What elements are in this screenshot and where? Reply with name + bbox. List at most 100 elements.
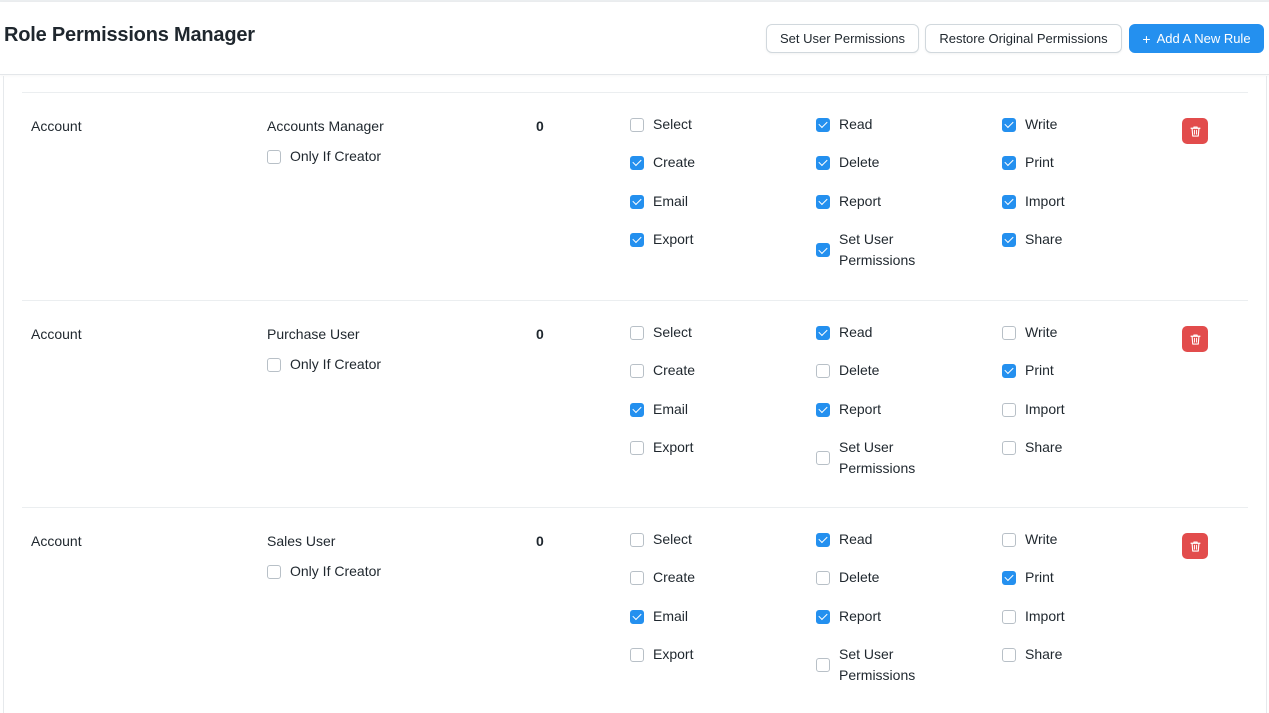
- permission-label: Create: [653, 362, 696, 378]
- permission-label: Share: [1025, 231, 1063, 247]
- checkbox-box[interactable]: [267, 564, 281, 579]
- only-if-creator-checkbox[interactable]: Only If Creator: [267, 354, 381, 375]
- permission-create-checkbox[interactable]: Create: [630, 360, 695, 381]
- checkbox-box[interactable]: [1002, 363, 1016, 378]
- permission-delete-checkbox[interactable]: Delete: [816, 360, 879, 381]
- checkbox-box[interactable]: [630, 232, 644, 247]
- permission-select-checkbox[interactable]: Select: [630, 114, 692, 135]
- permission-write-checkbox[interactable]: Write: [1002, 114, 1057, 135]
- checkbox-box[interactable]: [630, 570, 644, 585]
- permission-export-checkbox[interactable]: Export: [630, 437, 693, 458]
- checkbox-box[interactable]: [630, 155, 644, 170]
- checkbox-box[interactable]: [1002, 194, 1016, 209]
- permission-export-checkbox[interactable]: Export: [630, 229, 693, 250]
- permission-read-checkbox[interactable]: Read: [816, 322, 872, 343]
- set-user-permissions-button[interactable]: Set User Permissions: [766, 24, 919, 53]
- permission-create-checkbox[interactable]: Create: [630, 567, 695, 588]
- checkbox-box[interactable]: [1002, 232, 1016, 247]
- permission-print-checkbox[interactable]: Print: [1002, 567, 1054, 588]
- checkbox-box[interactable]: [816, 325, 830, 340]
- permission-delete-checkbox[interactable]: Delete: [816, 152, 879, 173]
- permission-export-checkbox[interactable]: Export: [630, 644, 693, 665]
- checkbox-box[interactable]: [630, 532, 644, 547]
- permission-label: Export: [653, 439, 694, 455]
- checkbox-box[interactable]: [816, 117, 830, 132]
- checkbox-box[interactable]: [1002, 117, 1016, 132]
- only-if-creator-checkbox[interactable]: Only If Creator: [267, 146, 381, 167]
- checkbox-box[interactable]: [1002, 647, 1016, 662]
- rule-divider: [22, 92, 1248, 93]
- permission-label: Print: [1025, 154, 1054, 170]
- permission-import-checkbox[interactable]: Import: [1002, 606, 1065, 627]
- permission-delete-checkbox[interactable]: Delete: [816, 567, 879, 588]
- permission-set-user-permissions-checkbox[interactable]: Set User Permissions: [816, 644, 949, 686]
- checkbox-box[interactable]: [630, 363, 644, 378]
- checkbox-box[interactable]: [1002, 570, 1016, 585]
- permission-share-checkbox[interactable]: Share: [1002, 437, 1062, 458]
- restore-original-permissions-button[interactable]: Restore Original Permissions: [925, 24, 1122, 53]
- delete-rule-button[interactable]: [1182, 533, 1208, 559]
- permission-label: Write: [1025, 324, 1058, 340]
- checkbox-box[interactable]: [816, 402, 830, 417]
- checkbox-box[interactable]: [267, 357, 281, 372]
- checkbox-box[interactable]: [816, 532, 830, 547]
- checkbox-box[interactable]: [630, 117, 644, 132]
- permission-write-checkbox[interactable]: Write: [1002, 322, 1057, 343]
- rule-role: Accounts Manager: [267, 118, 384, 134]
- plus-icon: +: [1142, 30, 1151, 47]
- permission-share-checkbox[interactable]: Share: [1002, 644, 1062, 665]
- permission-write-checkbox[interactable]: Write: [1002, 529, 1057, 550]
- permission-create-checkbox[interactable]: Create: [630, 152, 695, 173]
- checkbox-box[interactable]: [816, 451, 830, 465]
- checkbox-box[interactable]: [1002, 609, 1016, 624]
- checkbox-box[interactable]: [1002, 440, 1016, 455]
- checkbox-box[interactable]: [816, 194, 830, 209]
- permission-email-checkbox[interactable]: Email: [630, 399, 688, 420]
- permission-share-checkbox[interactable]: Share: [1002, 229, 1062, 250]
- permission-report-checkbox[interactable]: Report: [816, 191, 881, 212]
- permission-select-checkbox[interactable]: Select: [630, 529, 692, 550]
- checkbox-box[interactable]: [1002, 532, 1016, 547]
- checkbox-box[interactable]: [630, 440, 644, 455]
- only-if-creator-checkbox[interactable]: Only If Creator: [267, 561, 381, 582]
- permission-label: Set User Permissions: [839, 646, 916, 683]
- permission-label: Write: [1025, 116, 1058, 132]
- permission-report-checkbox[interactable]: Report: [816, 606, 881, 627]
- checkbox-box[interactable]: [816, 570, 830, 585]
- checkbox-box[interactable]: [630, 194, 644, 209]
- checkbox-box[interactable]: [816, 658, 830, 672]
- permission-set-user-permissions-checkbox[interactable]: Set User Permissions: [816, 437, 949, 479]
- checkbox-box[interactable]: [267, 149, 281, 164]
- checkbox-box[interactable]: [630, 609, 644, 624]
- permission-print-checkbox[interactable]: Print: [1002, 152, 1054, 173]
- permission-rule-3: Account Sales User 0 Only If Creator Sel…: [0, 531, 1269, 713]
- checkbox-box[interactable]: [816, 155, 830, 170]
- checkbox-box[interactable]: [1002, 155, 1016, 170]
- rule-doctype: Account: [31, 533, 82, 549]
- checkbox-box[interactable]: [630, 325, 644, 340]
- delete-rule-button[interactable]: [1182, 326, 1208, 352]
- checkbox-box[interactable]: [630, 402, 644, 417]
- page-title: Role Permissions Manager: [4, 24, 255, 46]
- permission-email-checkbox[interactable]: Email: [630, 606, 688, 627]
- permission-report-checkbox[interactable]: Report: [816, 399, 881, 420]
- permission-print-checkbox[interactable]: Print: [1002, 360, 1054, 381]
- permission-set-user-permissions-checkbox[interactable]: Set User Permissions: [816, 229, 949, 271]
- delete-rule-button[interactable]: [1182, 118, 1208, 144]
- permission-label: Write: [1025, 531, 1058, 547]
- add-new-rule-label: Add A New Rule: [1156, 31, 1251, 46]
- permission-email-checkbox[interactable]: Email: [630, 191, 688, 212]
- permission-import-checkbox[interactable]: Import: [1002, 191, 1065, 212]
- checkbox-box[interactable]: [816, 363, 830, 378]
- add-new-rule-button[interactable]: + Add A New Rule: [1129, 24, 1264, 53]
- permission-label: Report: [839, 193, 882, 209]
- permission-read-checkbox[interactable]: Read: [816, 529, 872, 550]
- checkbox-box[interactable]: [816, 243, 830, 257]
- checkbox-box[interactable]: [630, 647, 644, 662]
- permission-read-checkbox[interactable]: Read: [816, 114, 872, 135]
- permission-import-checkbox[interactable]: Import: [1002, 399, 1065, 420]
- checkbox-box[interactable]: [1002, 402, 1016, 417]
- checkbox-box[interactable]: [816, 609, 830, 624]
- checkbox-box[interactable]: [1002, 325, 1016, 340]
- permission-select-checkbox[interactable]: Select: [630, 322, 692, 343]
